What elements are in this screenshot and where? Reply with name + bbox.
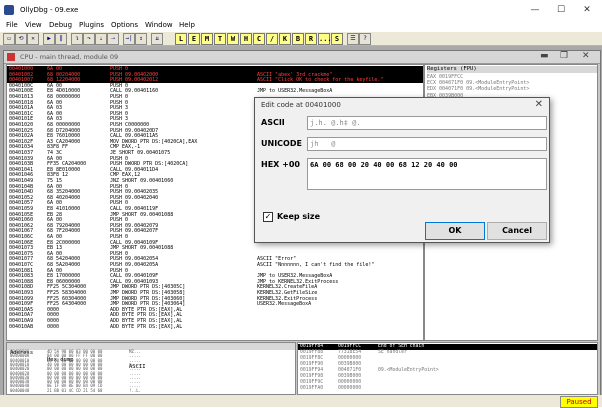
cancel-button[interactable]: Cancel <box>487 222 547 240</box>
memory-window-button[interactable]: M <box>201 33 213 45</box>
stack-row[interactable]: 0019FFA0 00000000 <box>298 386 597 392</box>
maximize-button[interactable]: ☐ <box>552 3 570 17</box>
close-button[interactable]: ✕ <box>578 3 596 17</box>
disasm-instruction: ADD BYTE PTR DS:[EAX],AL <box>110 323 183 330</box>
registers-header: Registers (FPU) <box>427 66 597 73</box>
windows-window-button[interactable]: W <box>227 33 239 45</box>
dump-row[interactable]: 00400048 21 B8 01 4C CD 21 54 68 !..L. <box>7 387 295 393</box>
options-list-icon[interactable]: ☰ <box>347 33 359 45</box>
execute-till-return-icon[interactable]: →| <box>123 33 135 45</box>
keep-size-label: Keep size <box>277 212 321 221</box>
menu-window[interactable]: Window <box>145 21 173 29</box>
close-debuggee-icon[interactable]: ✕ <box>27 33 39 45</box>
window-title: OllyDbg - 09.exe <box>20 6 79 14</box>
menu-view[interactable]: View <box>25 21 42 29</box>
menu-help[interactable]: Help <box>179 21 195 29</box>
ollydbg-app-icon <box>4 5 14 15</box>
go-to-address-icon[interactable]: ↕ <box>135 33 147 45</box>
ok-button[interactable]: OK <box>425 222 485 240</box>
dialog-title: Edit code at 00401000 <box>261 101 341 109</box>
cpu-close-icon[interactable]: ✕ <box>582 51 590 61</box>
register-row: ECX 004071F0 09.<ModuleEntryPoint> <box>427 80 530 87</box>
cpu-window-icon <box>7 53 15 61</box>
disasm-address: 004010AB <box>9 323 34 330</box>
ascii-label: ASCII <box>261 118 285 127</box>
register-row: EAX 0019FFCC <box>427 74 464 80</box>
help-icon[interactable]: ? <box>359 33 371 45</box>
cpu-window-button[interactable]: C <box>253 33 265 45</box>
cpu-window-title: CPU - main thread, module 09 <box>20 53 119 61</box>
keep-size-checkbox[interactable]: ✓ <box>263 212 273 222</box>
unicode-label: UNICODE <box>261 139 302 148</box>
unicode-field[interactable]: jh @ <box>307 137 547 151</box>
menu-file[interactable]: File <box>6 21 18 29</box>
toolbar: ▭ ⟲ ✕ ▶ ‖ ↴ ↷ ⇣ ⇢ →| ↕ ⇊ L E M T W H C /… <box>0 32 602 46</box>
trace-over-icon[interactable]: ⇢ <box>107 33 119 45</box>
menu-bar: File View Debug Plugins Options Window H… <box>0 20 602 32</box>
paused-status-badge: Paused <box>560 396 598 408</box>
open-file-icon[interactable]: ▭ <box>3 33 15 45</box>
hex-dump-pane[interactable]: Address Hex dump ASCII 00400000 4D 5A 90 … <box>6 342 296 395</box>
menu-plugins[interactable]: Plugins <box>79 21 104 29</box>
handles-window-button[interactable]: H <box>240 33 252 45</box>
hex-label: HEX +00 <box>261 160 300 169</box>
register-row: EDX 004071F0 09.<ModuleEntryPoint> <box>427 86 530 93</box>
trace-into-icon[interactable]: ⇣ <box>95 33 107 45</box>
dialog-close-icon[interactable]: ✕ <box>535 99 543 110</box>
cpu-window-titlebar: CPU - main thread, module 09 ▬ ❐ ✕ <box>4 51 600 64</box>
run-icon[interactable]: ▶ <box>43 33 55 45</box>
cpu-minimize-icon[interactable]: ▬ <box>540 51 549 61</box>
step-over-icon[interactable]: ↷ <box>83 33 95 45</box>
breakpoints-window-button[interactable]: B <box>292 33 304 45</box>
restart-icon[interactable]: ⟲ <box>15 33 27 45</box>
modules-window-button[interactable]: E <box>188 33 200 45</box>
dump-hex: 21 B8 01 4C CD 21 54 68 <box>47 387 103 393</box>
run-trace-button[interactable]: ... <box>318 33 332 45</box>
dump-ascii: !..L. <box>129 387 142 393</box>
source-window-button[interactable]: S <box>331 33 343 45</box>
menu-options[interactable]: Options <box>111 21 138 29</box>
edit-code-dialog: Edit code at 00401000 ✕ ASCII j.h. @.h‡ … <box>254 97 550 243</box>
stack-value: 00000000 <box>338 386 362 391</box>
ascii-field[interactable]: j.h. @.h‡ @. <box>307 116 547 130</box>
hex-field[interactable]: 6A 00 68 00 20 40 00 68 12 20 40 00 <box>307 158 547 190</box>
cpu-restore-icon[interactable]: ❐ <box>560 51 568 61</box>
dump-address: 00400048 <box>10 387 30 393</box>
title-bar: OllyDbg - 09.exe — ☐ ✕ <box>0 0 602 20</box>
log-window-button[interactable]: L <box>175 33 187 45</box>
patches-window-button[interactable]: / <box>266 33 278 45</box>
references-window-button[interactable]: R <box>305 33 317 45</box>
disasm-row[interactable]: 004010AB 0000 ADD BYTE PTR DS:[EAX],AL <box>7 324 423 330</box>
menu-debug[interactable]: Debug <box>49 21 72 29</box>
disasm-hex: 0000 <box>47 323 60 330</box>
stack-pane[interactable]: 0019FF84 0019FFCC End of SEH chain 0019FF88… <box>297 342 598 395</box>
minimize-button[interactable]: — <box>526 3 544 17</box>
pause-icon[interactable]: ‖ <box>55 33 67 45</box>
threads-window-button[interactable]: T <box>214 33 226 45</box>
status-bar: Paused <box>0 395 602 408</box>
call-stack-button[interactable]: K <box>279 33 291 45</box>
stack-address: 0019FFA0 <box>300 386 324 391</box>
animate-into-icon[interactable]: ⇊ <box>151 33 163 45</box>
step-into-icon[interactable]: ↴ <box>71 33 83 45</box>
